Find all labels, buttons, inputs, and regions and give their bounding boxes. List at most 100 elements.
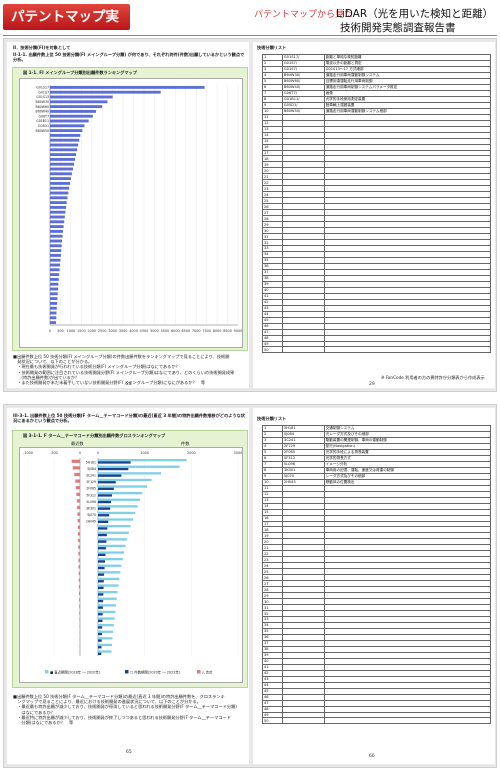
row-number-cell: 50 bbox=[262, 717, 283, 725]
recent-period-bar bbox=[98, 524, 131, 528]
ranking-bar bbox=[50, 124, 85, 128]
ranking-bar bbox=[50, 258, 61, 262]
total-bar bbox=[78, 571, 80, 576]
document-header: パテントマップ実例 パテントマップから見た LiDAR（光を用いた検知と距離） … bbox=[0, 0, 500, 51]
gross-chart-plot: -1000 -500 0 0 1000 2000 3000 5H181 5J084 3C241 2F… bbox=[19, 447, 243, 683]
page-number: 29 bbox=[369, 382, 375, 387]
total-bar bbox=[79, 618, 80, 622]
total-bar bbox=[72, 466, 80, 470]
count-period-bar bbox=[98, 507, 111, 510]
section-title: II．技術分類(FI)を対象として bbox=[13, 45, 71, 50]
tech-classification-table: 1 5H181 交通制御システム 2 5J084 光レーダ方式及びその細部 3 3C241 駆動… bbox=[262, 425, 492, 725]
ranking-bar bbox=[50, 263, 61, 267]
ranking-bar bbox=[50, 210, 66, 214]
count-period-bar bbox=[98, 599, 104, 603]
category-label: 2F065 bbox=[86, 487, 96, 491]
x-tick-label: 2500 bbox=[98, 329, 107, 333]
x-tick-label: 500 bbox=[57, 329, 63, 333]
category-label: G01S13 bbox=[36, 95, 49, 99]
category-label: B60W50 bbox=[36, 129, 49, 133]
category-label: B60W30 bbox=[36, 100, 49, 104]
legend-swatch bbox=[125, 670, 129, 674]
count-period-bar bbox=[98, 533, 107, 537]
list-heading: 技術分類リスト bbox=[257, 45, 287, 50]
count-period-bar bbox=[98, 474, 122, 477]
count-period-bar bbox=[98, 652, 102, 656]
recent-period-bar bbox=[98, 597, 117, 600]
page-65: III-3-1. 出願件数上位 50 技術分類(F ターム__テーマコード分類)… bbox=[7, 408, 249, 764]
ranking-bar bbox=[50, 225, 64, 229]
x-tick-label: 4500 bbox=[140, 329, 149, 333]
chart-caption: 図 1-1. FI メイングループ分類別出願件数ランキングマップ bbox=[23, 70, 137, 75]
legend-swatch bbox=[197, 670, 201, 674]
count-period-bar bbox=[98, 494, 112, 497]
ranking-bar bbox=[50, 138, 80, 142]
legend-label: ■ 直近期間(2018年 ～ 2020年) bbox=[50, 670, 101, 675]
code-cell bbox=[281, 346, 325, 354]
x-tick-label: 9000 bbox=[234, 329, 243, 333]
analysis-heading: III-3-1. 出願件数上位 50 技術分類(F ターム__テーマコード分類)… bbox=[13, 413, 245, 424]
category-label: 3K301 bbox=[86, 506, 96, 510]
x-tick-label: 3000 bbox=[234, 451, 243, 455]
count-period-bar bbox=[98, 613, 103, 616]
count-period-bar bbox=[98, 639, 102, 642]
total-bar bbox=[71, 459, 80, 463]
category-label: 3C241 bbox=[86, 473, 96, 477]
count-period-bar bbox=[98, 632, 102, 636]
header-rule bbox=[3, 35, 497, 36]
description-cell bbox=[323, 346, 492, 354]
ranking-bar bbox=[50, 277, 59, 281]
section-tab: パテントマップ実例 bbox=[3, 4, 130, 51]
category-label: B60W40 bbox=[36, 110, 49, 114]
count-period-bar bbox=[98, 626, 103, 629]
description-cell bbox=[323, 717, 492, 725]
recent-period-bar bbox=[98, 610, 116, 614]
ranking-bar bbox=[50, 297, 58, 301]
x-tick-label: 3000 bbox=[108, 329, 117, 333]
count-period-bar bbox=[98, 586, 104, 590]
count-period-bar bbox=[98, 487, 114, 491]
recent-period-bar bbox=[98, 650, 112, 653]
category-label: G01B11 bbox=[36, 119, 49, 123]
total-bar bbox=[75, 486, 80, 490]
x-tick-label: -500 bbox=[50, 451, 58, 455]
note-line: ・また技術開発が未だ未着手していない技術開発分野(FI メイングループ分類)にな… bbox=[13, 380, 206, 386]
recent-period-bar bbox=[98, 538, 127, 541]
analysis-heading: II-1-1. 出願件数上位 50 技術分類(FI メイングループ分類) が何で… bbox=[13, 52, 245, 63]
page-number: 28 bbox=[126, 382, 132, 387]
page-28: II．技術分類(FI)を対象として II-1-1. 出願件数上位 50 技術分類… bbox=[7, 42, 249, 388]
recent-period-bar bbox=[98, 623, 114, 627]
count-period-bar bbox=[98, 566, 105, 570]
recent-period-bar bbox=[98, 617, 115, 620]
ranking-bar bbox=[50, 114, 93, 118]
spread-top: II．技術分類(FI)を対象として II-1-1. 出願件数上位 50 技術分類… bbox=[3, 38, 497, 392]
total-bar bbox=[77, 505, 80, 510]
table-row: 50 bbox=[262, 717, 492, 725]
note-line: ・最近最も特許出願が減少しており、技術開発が停滞していると思われる技術開発分野(… bbox=[13, 704, 237, 710]
total-bar bbox=[78, 552, 80, 556]
category-label: B60W60 bbox=[36, 105, 49, 109]
x-tick-label: 0 bbox=[49, 329, 51, 333]
ranking-bar bbox=[50, 167, 73, 171]
x-tick-label: 8500 bbox=[223, 329, 232, 333]
recent-period-bar bbox=[98, 643, 112, 647]
total-bar bbox=[78, 585, 80, 589]
ranking-bar bbox=[50, 143, 79, 147]
recent-period-bar bbox=[98, 531, 129, 534]
recent-period-bar bbox=[98, 478, 152, 482]
ranking-bar bbox=[50, 109, 96, 113]
count-period-bar bbox=[98, 514, 110, 517]
recent-period-bar bbox=[98, 458, 187, 462]
x-tick-label: 1000 bbox=[67, 329, 76, 333]
count-period-bar bbox=[98, 593, 104, 596]
total-bar bbox=[79, 611, 80, 615]
page-66: 技術分類リスト 1 5H181 交通制御システム 2 5J084 光レーダ方式及びその細部… bbox=[253, 408, 495, 764]
ranking-bar bbox=[50, 215, 65, 219]
ranking-bar bbox=[50, 321, 57, 325]
ranking-bar bbox=[50, 172, 72, 176]
total-bar bbox=[79, 604, 80, 609]
ranking-bar bbox=[50, 311, 57, 315]
count-period-bar bbox=[98, 467, 129, 471]
category-label: 5F312 bbox=[86, 493, 96, 497]
x-tick-label: 3500 bbox=[119, 329, 128, 333]
